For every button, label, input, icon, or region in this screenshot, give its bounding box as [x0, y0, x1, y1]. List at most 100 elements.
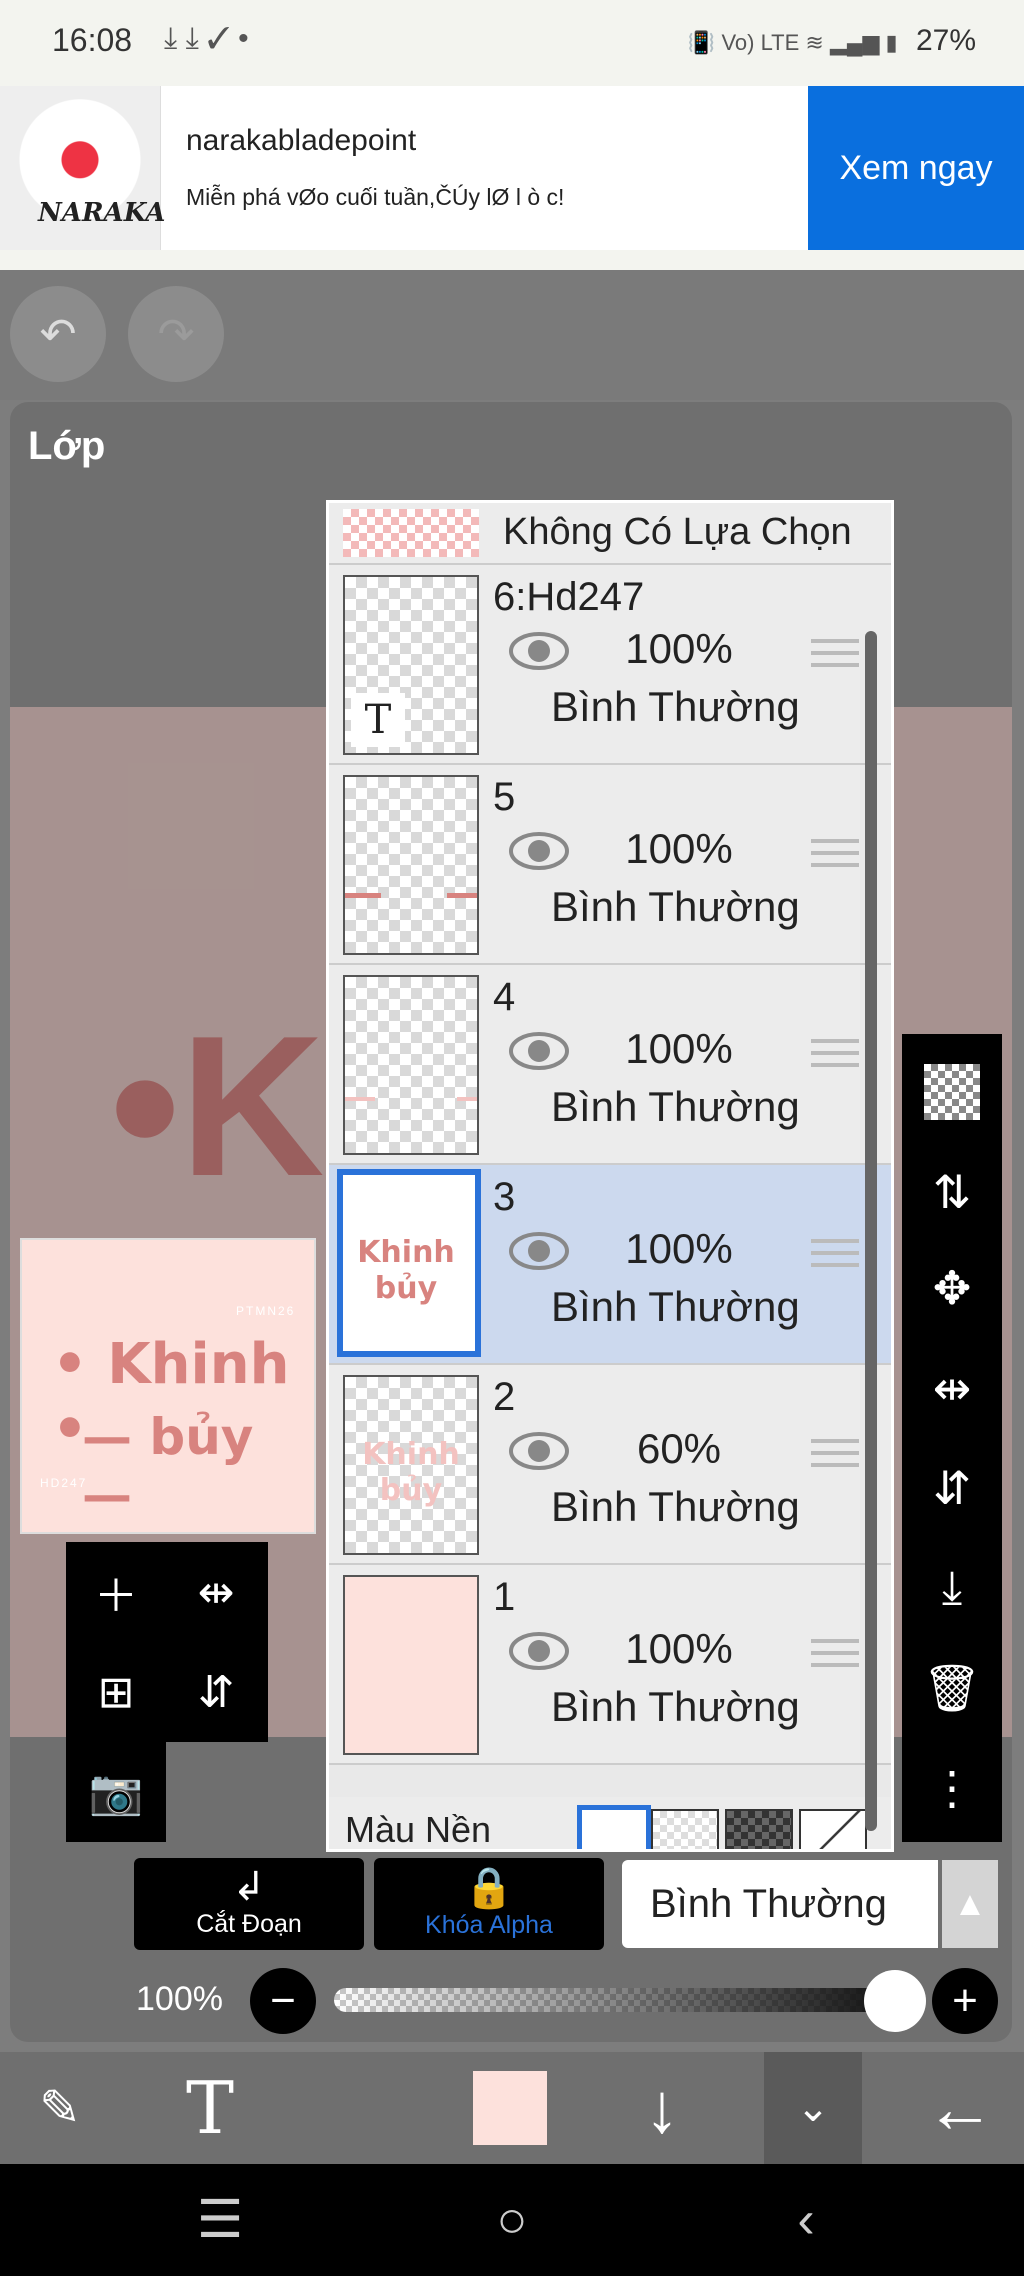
opacity-increase-button[interactable]: +	[932, 1968, 998, 2034]
thumb-text: Khinh bủy	[362, 1437, 460, 1508]
bg-swatch-dark[interactable]	[725, 1809, 793, 1849]
layer-name: 6:Hd247	[493, 575, 645, 619]
alpha-lock-label: Khóa Alpha	[425, 1911, 553, 1939]
clipping-label: Cắt Đoạn	[196, 1910, 302, 1938]
recents-icon[interactable]: ☰	[170, 2164, 270, 2276]
layer-row-1[interactable]: 1 100% Bình Thường	[329, 1565, 891, 1765]
current-color-swatch[interactable]	[470, 2052, 550, 2164]
layer-name: 1	[493, 1575, 516, 1619]
layer-thumb	[343, 775, 479, 955]
layer-name: 2	[493, 1375, 516, 1419]
layer-name: 5	[493, 775, 516, 819]
checker-icon[interactable]	[902, 1044, 1002, 1140]
opacity-decrease-button[interactable]: −	[250, 1968, 316, 2034]
lock-icon: 🔒	[464, 1866, 514, 1910]
battery-percent: 27%	[915, 24, 976, 57]
panel-title: Lớp	[28, 424, 106, 468]
layer-row-6[interactable]: T 6:Hd247 100% Bình Thường	[329, 565, 891, 765]
visibility-eye-icon[interactable]	[509, 1631, 569, 1671]
canvas-preview[interactable]: PTMN26 • Khinh • — bủy — HD247	[20, 1238, 316, 1534]
down-arrow-icon[interactable]: ↓	[612, 2052, 712, 2164]
text-layer-icon: T	[351, 693, 405, 747]
layer-row-5[interactable]: 5 100% Bình Thường	[329, 765, 891, 965]
drag-handle-icon[interactable]	[811, 639, 859, 675]
duplicate-layer-icon[interactable]: ⊞	[66, 1642, 166, 1742]
layer-opacity: 100%	[625, 1625, 733, 1672]
redo-button[interactable]: ↷	[128, 286, 224, 382]
blend-mode-select[interactable]: Bình Thường	[622, 1860, 938, 1948]
thumb-line-right	[447, 893, 477, 898]
drag-handle-icon[interactable]	[811, 839, 859, 875]
layer-list[interactable]: Không Có Lựa Chọn T 6:Hd247 100% Bình Th…	[326, 500, 894, 1852]
add-layer-icon[interactable]: ＋	[66, 1542, 166, 1642]
visibility-eye-icon[interactable]	[509, 1031, 569, 1071]
drag-handle-icon[interactable]	[811, 1639, 859, 1675]
blend-mode-dropdown-arrow-icon[interactable]: ▲	[942, 1860, 998, 1948]
visibility-eye-icon[interactable]	[509, 1431, 569, 1471]
system-nav-bar: ☰ ○ ‹	[0, 2164, 1024, 2276]
layer-thumb	[343, 975, 479, 1155]
layer-row-2[interactable]: Khinh bủy 2 60% Bình Thường	[329, 1365, 891, 1565]
drag-handle-icon[interactable]	[811, 1239, 859, 1275]
layer-blend-mode: Bình Thường	[551, 683, 800, 730]
merge-down-icon[interactable]: ⤓	[902, 1540, 1002, 1636]
layer-list-scrollbar[interactable]	[865, 631, 877, 1831]
camera-icon[interactable]: 📷	[66, 1742, 166, 1842]
move-icon[interactable]: ✥	[902, 1240, 1002, 1336]
canvas-ghost-text: •K	[110, 995, 325, 1218]
text-tool-icon[interactable]: T	[160, 2052, 260, 2164]
swap-layers-icon[interactable]: ⇅	[902, 1144, 1002, 1240]
flip-horizontal-icon[interactable]: ⇹	[902, 1340, 1002, 1436]
back-arrow-icon[interactable]: ←	[910, 2052, 1010, 2164]
layer-row-4[interactable]: 4 100% Bình Thường	[329, 965, 891, 1165]
layer-mini-toolbox: ＋ ⇹ ⊞ ⇵ 📷	[66, 1542, 268, 1842]
tool-switch-icon[interactable]: ✎	[10, 2052, 110, 2164]
drag-handle-icon[interactable]	[811, 1039, 859, 1075]
undo-icon: ↶	[39, 309, 77, 359]
layer-thumb: Khinh bủy	[337, 1169, 481, 1357]
layer-opacity: 100%	[625, 825, 733, 872]
layer-blend-mode: Bình Thường	[551, 1683, 800, 1730]
clip-icon: ↲	[232, 1865, 266, 1909]
bg-swatch-white[interactable]	[577, 1805, 651, 1849]
layer-thumb: T	[343, 575, 479, 755]
drag-handle-icon[interactable]	[811, 1439, 859, 1475]
layer-opacity: 60%	[636, 1425, 722, 1472]
visibility-eye-icon[interactable]	[509, 631, 569, 671]
collapse-icon[interactable]: ⌄	[764, 2052, 862, 2164]
bg-swatch-none[interactable]	[799, 1809, 867, 1849]
opacity-label: 100%	[136, 1980, 223, 2018]
ad-logo: NARAKA	[0, 86, 165, 250]
layer-thumb: Khinh bủy	[343, 1375, 479, 1555]
selection-thumb	[343, 509, 479, 557]
ad-banner[interactable]: NARAKA narakabladepoint Miễn phá vØo cuố…	[0, 86, 1024, 250]
minus-icon: −	[270, 1976, 296, 2025]
no-selection-row[interactable]: Không Có Lựa Chọn	[329, 503, 891, 565]
undo-button[interactable]: ↶	[10, 286, 106, 382]
ad-description: Miễn phá vØo cuối tuần,ČÚy lØ l ò c!	[186, 184, 565, 210]
layer-row-3-selected[interactable]: Khinh bủy 3 100% Bình Thường	[329, 1165, 891, 1365]
more-options-icon[interactable]: ⋮	[902, 1740, 1002, 1836]
flip-horizontal-icon[interactable]: ⇹	[166, 1542, 266, 1642]
back-nav-icon[interactable]: ‹	[756, 2164, 856, 2276]
flip-vertical-icon[interactable]: ⇵	[902, 1440, 1002, 1536]
opacity-slider-track[interactable]	[334, 1988, 894, 2012]
flip-vertical-icon[interactable]: ⇵	[166, 1642, 266, 1742]
clipping-button[interactable]: ↲ Cắt Đoạn	[134, 1858, 364, 1950]
ad-cta-button[interactable]: Xem ngay	[808, 86, 1024, 250]
visibility-eye-icon[interactable]	[509, 1231, 569, 1271]
right-toolbar: ⇅ ✥ ⇹ ⇵ ⤓ 🗑 ⋮	[902, 1034, 1002, 1842]
background-color-row: Màu Nền	[329, 1797, 891, 1849]
home-icon[interactable]: ○	[462, 2164, 562, 2276]
layer-blend-mode: Bình Thường	[551, 1283, 800, 1330]
trash-icon[interactable]: 🗑	[902, 1640, 1002, 1736]
status-bar: 16:08 ⤓ ⤓ ✓ • 📳 Vo) LTE ≋ ▂▄▆ ▮ 27%	[0, 0, 1024, 86]
bg-swatch-transparent[interactable]	[651, 1809, 719, 1849]
ad-title: narakabladepoint	[186, 124, 417, 157]
alpha-lock-button[interactable]: 🔒 Khóa Alpha	[374, 1858, 604, 1950]
status-right: 📳 Vo) LTE ≋ ▂▄▆ ▮ 27%	[688, 24, 976, 58]
background-color-label: Màu Nền	[345, 1809, 492, 1850]
opacity-slider-knob[interactable]	[864, 1970, 926, 2032]
preview-line-2: — bủy —	[82, 1408, 254, 1524]
visibility-eye-icon[interactable]	[509, 831, 569, 871]
